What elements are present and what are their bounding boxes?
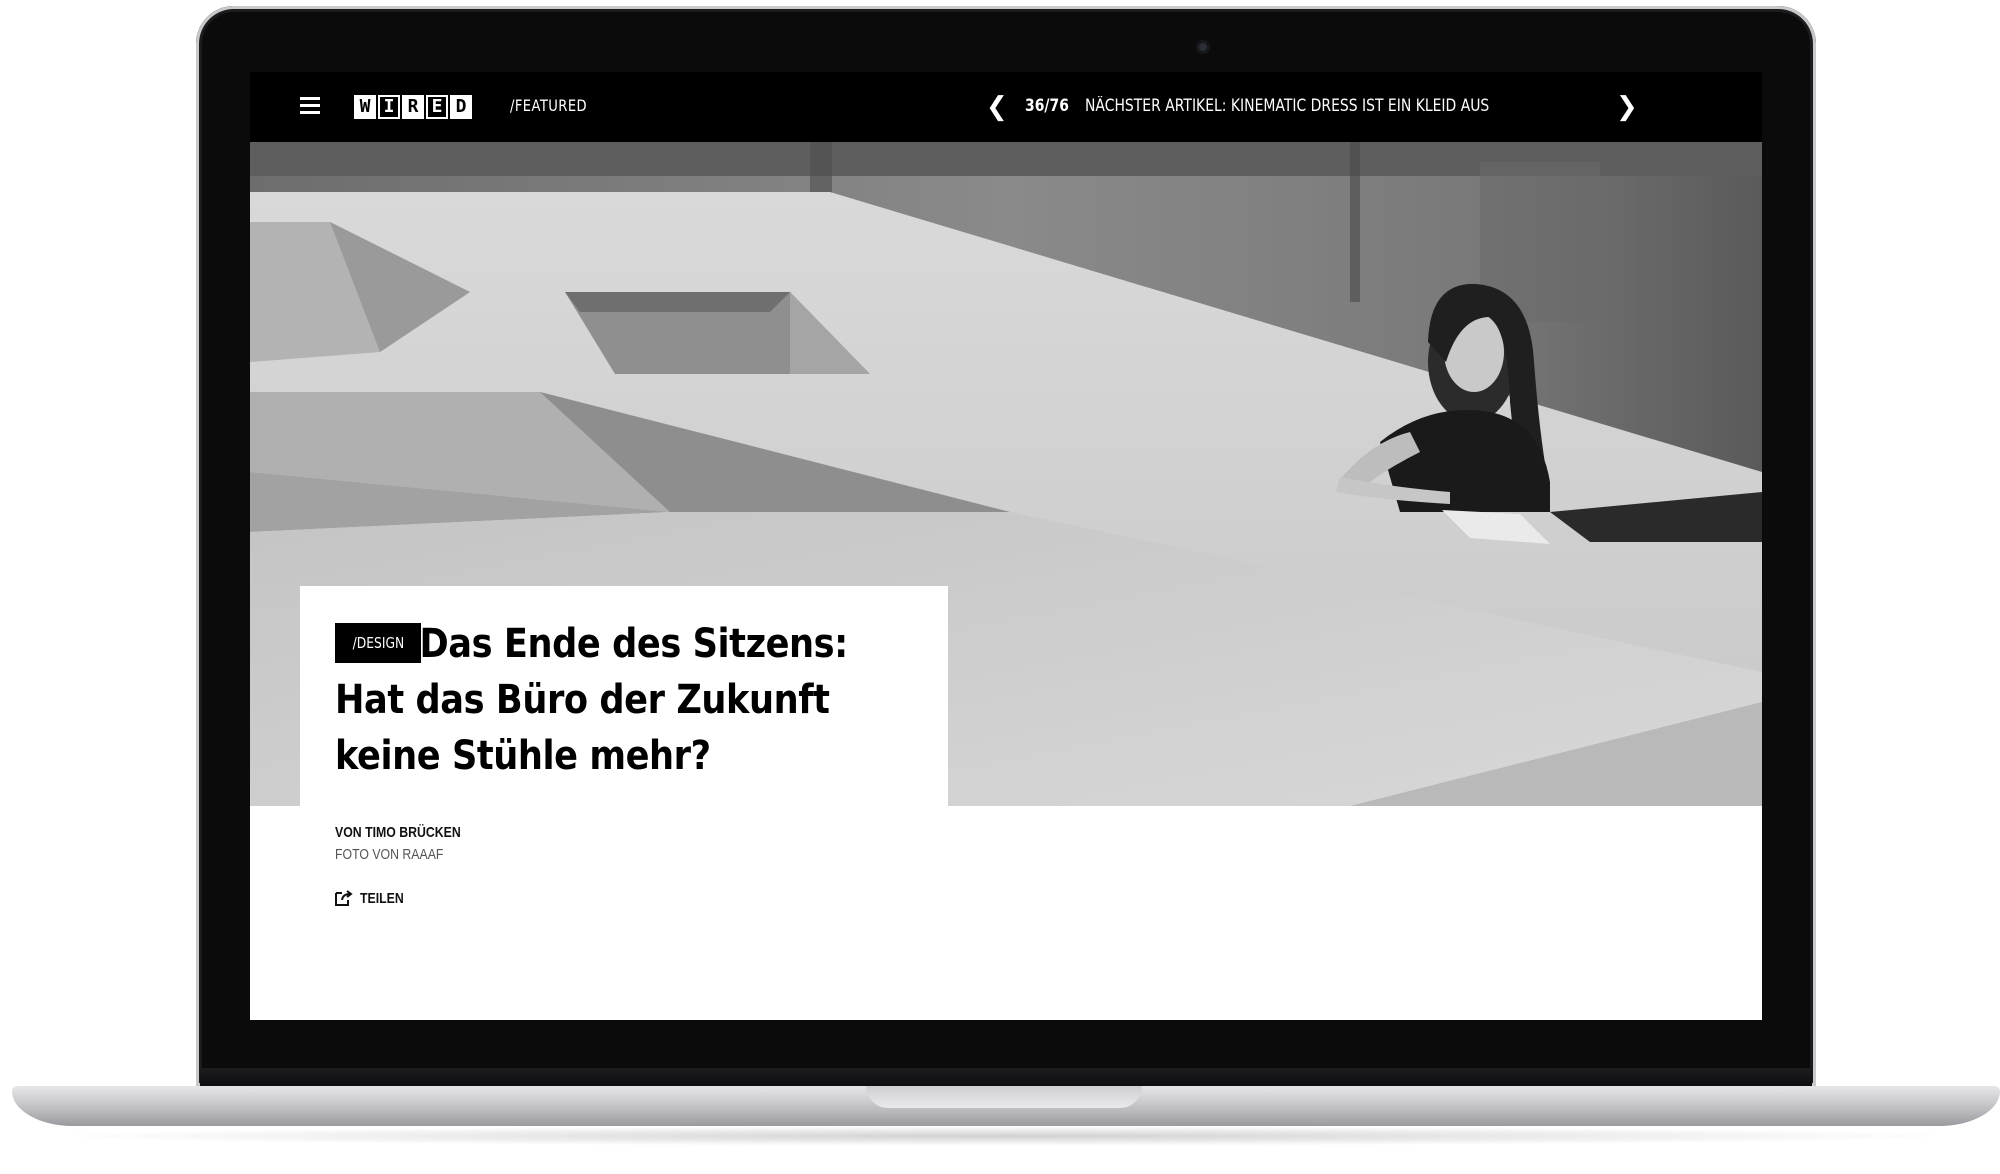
article-counter: 36/76 — [1025, 96, 1069, 116]
logo-letter: W — [354, 95, 376, 119]
logo-letter: R — [402, 95, 424, 119]
logo-letter: D — [450, 95, 472, 119]
share-label: TEILEN — [360, 889, 404, 907]
logo-letter: I — [378, 95, 400, 119]
photo-credit: FOTO VON RAAAF — [335, 846, 444, 863]
camera-icon — [1196, 40, 1210, 54]
chevron-left-icon[interactable]: ❮ — [986, 94, 1008, 120]
next-article-link[interactable]: NÄCHSTER ARTIKEL: KINEMATIC DRESS IST EI… — [1085, 96, 1495, 121]
section-link[interactable]: /FEATURED — [510, 96, 587, 115]
share-icon — [335, 890, 353, 906]
next-article-title: NÄCHSTER ARTIKEL: KINEMATIC DRESS IST EI… — [1085, 96, 1495, 116]
author-byline: VON TIMO BRÜCKEN — [335, 824, 461, 841]
laptop-hinge — [200, 1068, 1812, 1086]
wired-logo[interactable]: W I R E D — [354, 95, 472, 119]
browser-screen: W I R E D /FEATURED ❮ 36/76 NÄCHSTER ART… — [250, 72, 1762, 1020]
share-button[interactable]: TEILEN — [334, 888, 413, 908]
hamburger-menu-icon[interactable] — [300, 97, 320, 115]
logo-letter: E — [426, 95, 448, 119]
laptop-shadow — [40, 1126, 1970, 1146]
chevron-right-icon[interactable]: ❯ — [1616, 94, 1638, 120]
laptop-notch — [866, 1086, 1142, 1108]
article-headline: Das Ende des Sitzens: Hat das Büro der Z… — [335, 621, 848, 779]
article-card: /DESIGN Das Ende des Sitzens: Hat das Bü… — [300, 586, 948, 806]
top-navigation-bar: W I R E D /FEATURED ❮ 36/76 NÄCHSTER ART… — [250, 72, 1762, 142]
